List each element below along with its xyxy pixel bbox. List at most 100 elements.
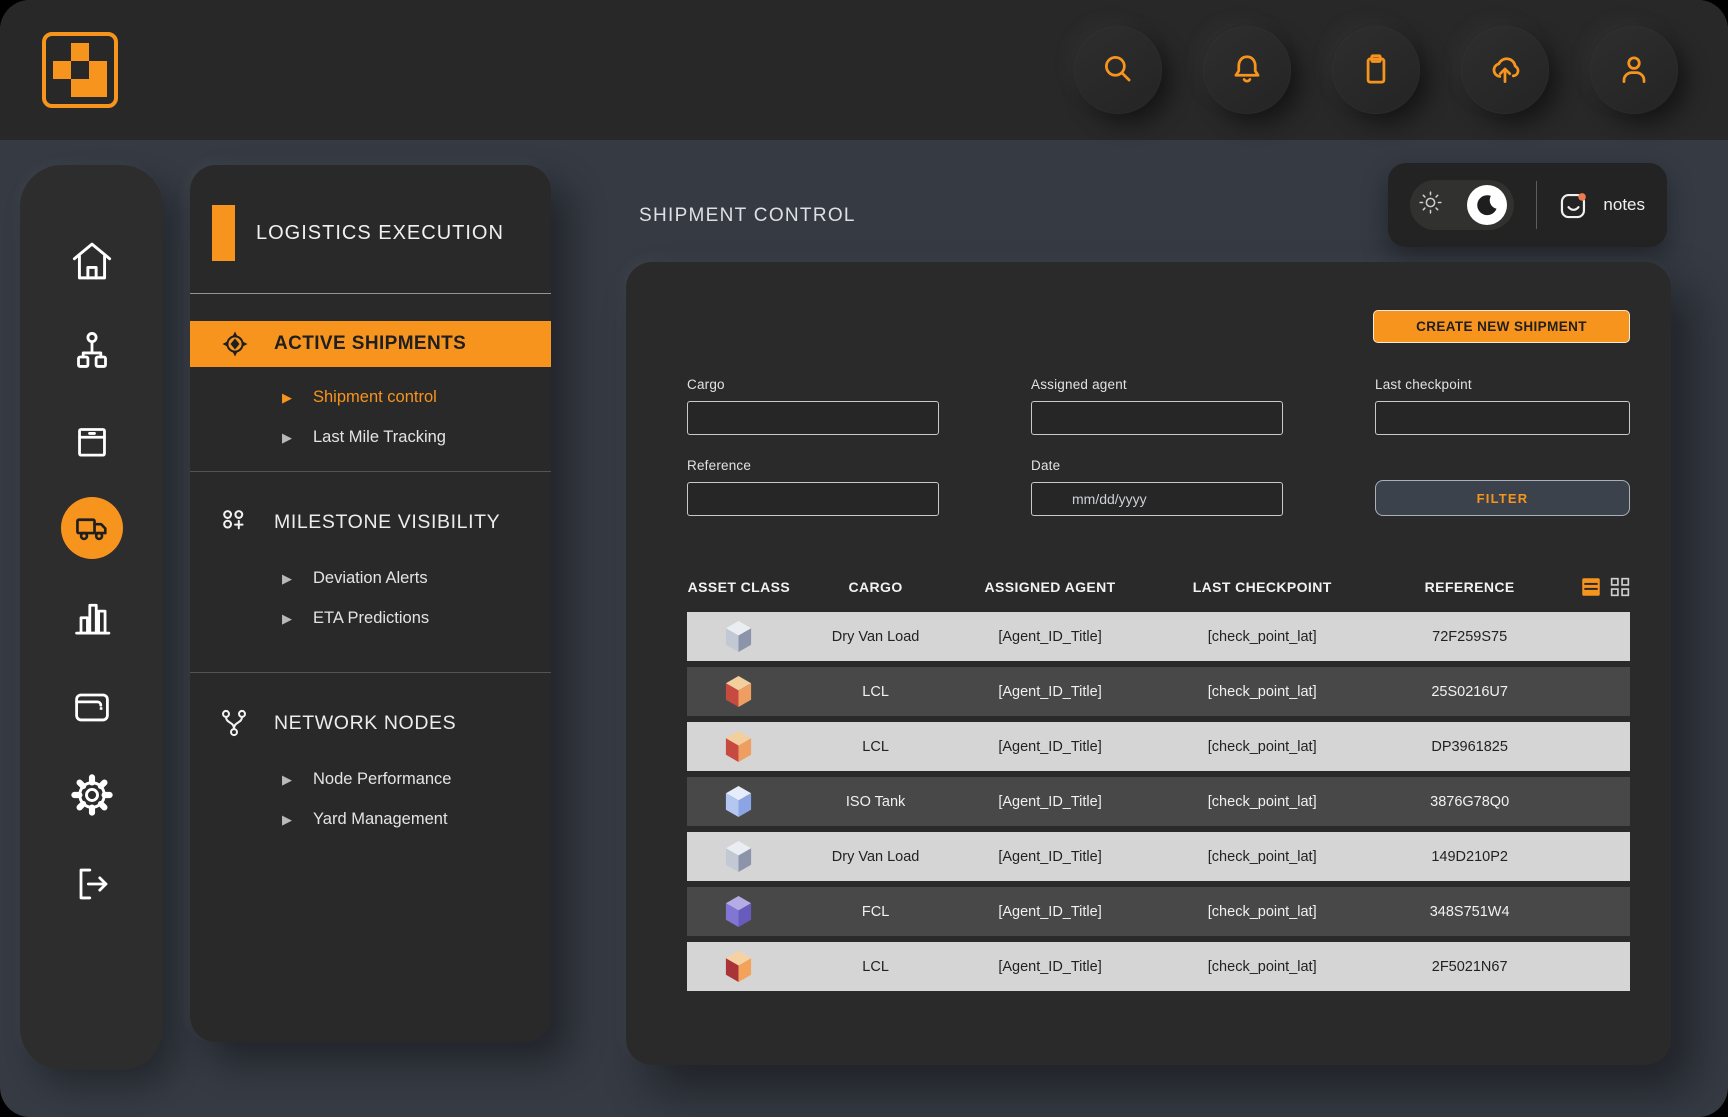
home-icon <box>69 238 115 284</box>
nav-title: LOGISTICS EXECUTION <box>256 222 504 245</box>
nav-section-active-shipments[interactable]: ACTIVE SHIPMENTS <box>190 321 551 367</box>
sidebar-item-wallet[interactable] <box>68 682 116 730</box>
clipboard-button[interactable] <box>1332 26 1420 114</box>
checkpoint-cell: [check_point_lat] <box>1140 739 1385 755</box>
search-icon <box>1099 51 1137 89</box>
table-row[interactable]: LCL [Agent_ID_Title] [check_point_lat] D… <box>687 722 1630 771</box>
shipments-table: ASSET CLASS CARGO ASSIGNED AGENT LAST CH… <box>687 572 1630 991</box>
date-field: Date <box>1031 458 1283 516</box>
nav-items: ▶ Deviation Alerts ▶ ETA Predictions <box>190 548 551 652</box>
reference-cell: 149D210P2 <box>1385 849 1555 865</box>
cargo-cell: ISO Tank <box>791 794 961 810</box>
checkpoint-cell: [check_point_lat] <box>1140 849 1385 865</box>
nav-item-shipment-control[interactable]: ▶ Shipment control <box>190 377 551 417</box>
cargo-box-blue-icon <box>723 784 754 819</box>
cargo-box-orange-icon <box>723 674 754 709</box>
nav-item-last-mile-tracking[interactable]: ▶ Last Mile Tracking <box>190 417 551 457</box>
nav-section-title: NETWORK NODES <box>274 712 456 735</box>
nav-item-deviation-alerts[interactable]: ▶ Deviation Alerts <box>190 558 551 598</box>
nav-section-header[interactable]: MILESTONE VISIBILITY <box>190 506 551 538</box>
divider <box>190 293 551 294</box>
nav-item-node-performance[interactable]: ▶ Node Performance <box>190 759 551 799</box>
theme-toggle[interactable] <box>1410 180 1514 230</box>
column-header-asset-class: ASSET CLASS <box>687 579 791 595</box>
upload-button[interactable] <box>1461 26 1549 114</box>
cargo-box-orange-icon <box>723 729 754 764</box>
nav-item-eta-predictions[interactable]: ▶ ETA Predictions <box>190 598 551 638</box>
user-icon <box>1615 51 1653 89</box>
create-new-shipment-button[interactable]: CREATE NEW SHIPMENT <box>1373 310 1630 343</box>
last-checkpoint-input[interactable] <box>1375 401 1630 435</box>
vertical-divider <box>1536 181 1537 229</box>
triangle-bullet-icon: ▶ <box>282 572 292 585</box>
nav-item-yard-management[interactable]: ▶ Yard Management <box>190 799 551 839</box>
nav-section-title: ACTIVE SHIPMENTS <box>274 333 466 355</box>
cargo-cell: Dry Van Load <box>791 629 961 645</box>
filter-form: Cargo Assigned agent Last checkpoint Ref… <box>687 377 1630 516</box>
date-input[interactable] <box>1031 482 1283 516</box>
reference-cell: 2F5021N67 <box>1385 959 1555 975</box>
sidebar-item-settings[interactable] <box>68 771 116 819</box>
table-row[interactable]: LCL [Agent_ID_Title] [check_point_lat] 2… <box>687 942 1630 991</box>
cargo-input[interactable] <box>687 401 939 435</box>
network-nodes-icon <box>218 707 250 739</box>
agent-cell: [Agent_ID_Title] <box>960 629 1139 645</box>
table-row[interactable]: FCL [Agent_ID_Title] [check_point_lat] 3… <box>687 887 1630 936</box>
agent-cell: [Agent_ID_Title] <box>960 794 1139 810</box>
reference-cell: 25S0216U7 <box>1385 684 1555 700</box>
sidebar-item-analytics[interactable] <box>68 593 116 641</box>
sidebar-item-inventory[interactable] <box>68 415 116 463</box>
page-title: SHIPMENT CONTROL <box>639 205 856 227</box>
notes-button[interactable]: notes <box>1557 189 1645 222</box>
nav-item-label: ETA Predictions <box>313 609 429 628</box>
triangle-bullet-icon: ▶ <box>282 612 292 625</box>
table-header: ASSET CLASS CARGO ASSIGNED AGENT LAST CH… <box>687 572 1630 602</box>
assigned-agent-field: Assigned agent <box>1031 377 1283 435</box>
nav-section-header[interactable]: NETWORK NODES <box>190 707 551 739</box>
grid-view-icon[interactable] <box>1610 577 1630 597</box>
search-button[interactable] <box>1074 26 1162 114</box>
table-body: Dry Van Load [Agent_ID_Title] [check_poi… <box>687 612 1630 991</box>
sun-icon[interactable] <box>1417 189 1444 221</box>
sidebar-item-shipments[interactable] <box>61 497 123 559</box>
notes-label: notes <box>1603 195 1645 215</box>
notifications-button[interactable] <box>1203 26 1291 114</box>
reference-input[interactable] <box>687 482 939 516</box>
sidebar-item-network[interactable] <box>68 326 116 374</box>
cargo-cell: FCL <box>791 904 961 920</box>
moon-icon[interactable] <box>1467 185 1507 225</box>
nav-section-network-nodes: NETWORK NODES ▶ Node Performance ▶ Yard … <box>190 673 551 853</box>
reference-label: Reference <box>687 458 939 473</box>
nav-item-label: Yard Management <box>313 810 448 829</box>
bell-icon <box>1228 51 1266 89</box>
list-view-icon[interactable] <box>1581 577 1601 597</box>
sidebar-item-home[interactable] <box>68 237 116 285</box>
checkpoint-cell: [check_point_lat] <box>1140 794 1385 810</box>
table-row[interactable]: Dry Van Load [Agent_ID_Title] [check_poi… <box>687 612 1630 661</box>
column-header-cargo: CARGO <box>791 579 961 595</box>
nav-header: LOGISTICS EXECUTION <box>190 165 551 293</box>
nav-item-label: Last Mile Tracking <box>313 428 446 447</box>
last-checkpoint-field: Last checkpoint <box>1375 377 1630 435</box>
cargo-cell: Dry Van Load <box>791 849 961 865</box>
cargo-box-silver-icon <box>723 619 754 654</box>
agent-cell: [Agent_ID_Title] <box>960 684 1139 700</box>
theme-widget: notes <box>1388 163 1667 247</box>
profile-button[interactable] <box>1590 26 1678 114</box>
table-row[interactable]: ISO Tank [Agent_ID_Title] [check_point_l… <box>687 777 1630 826</box>
nav-section-milestone-visibility: MILESTONE VISIBILITY ▶ Deviation Alerts … <box>190 472 551 673</box>
sidebar-item-logout[interactable] <box>68 860 116 908</box>
nav-panel: LOGISTICS EXECUTION ACTIVE SHIPMENTS ▶ S… <box>190 165 551 1042</box>
checkpoint-cell: [check_point_lat] <box>1140 629 1385 645</box>
cargo-cell: LCL <box>791 684 961 700</box>
milestones-icon <box>218 506 250 538</box>
clipboard-icon <box>1357 51 1395 89</box>
filter-button[interactable]: FILTER <box>1375 480 1630 516</box>
cloud-upload-icon <box>1486 51 1524 89</box>
logout-icon <box>70 862 114 906</box>
cargo-label: Cargo <box>687 377 939 392</box>
table-row[interactable]: Dry Van Load [Agent_ID_Title] [check_poi… <box>687 832 1630 881</box>
checkpoint-cell: [check_point_lat] <box>1140 959 1385 975</box>
assigned-agent-input[interactable] <box>1031 401 1283 435</box>
table-row[interactable]: LCL [Agent_ID_Title] [check_point_lat] 2… <box>687 667 1630 716</box>
